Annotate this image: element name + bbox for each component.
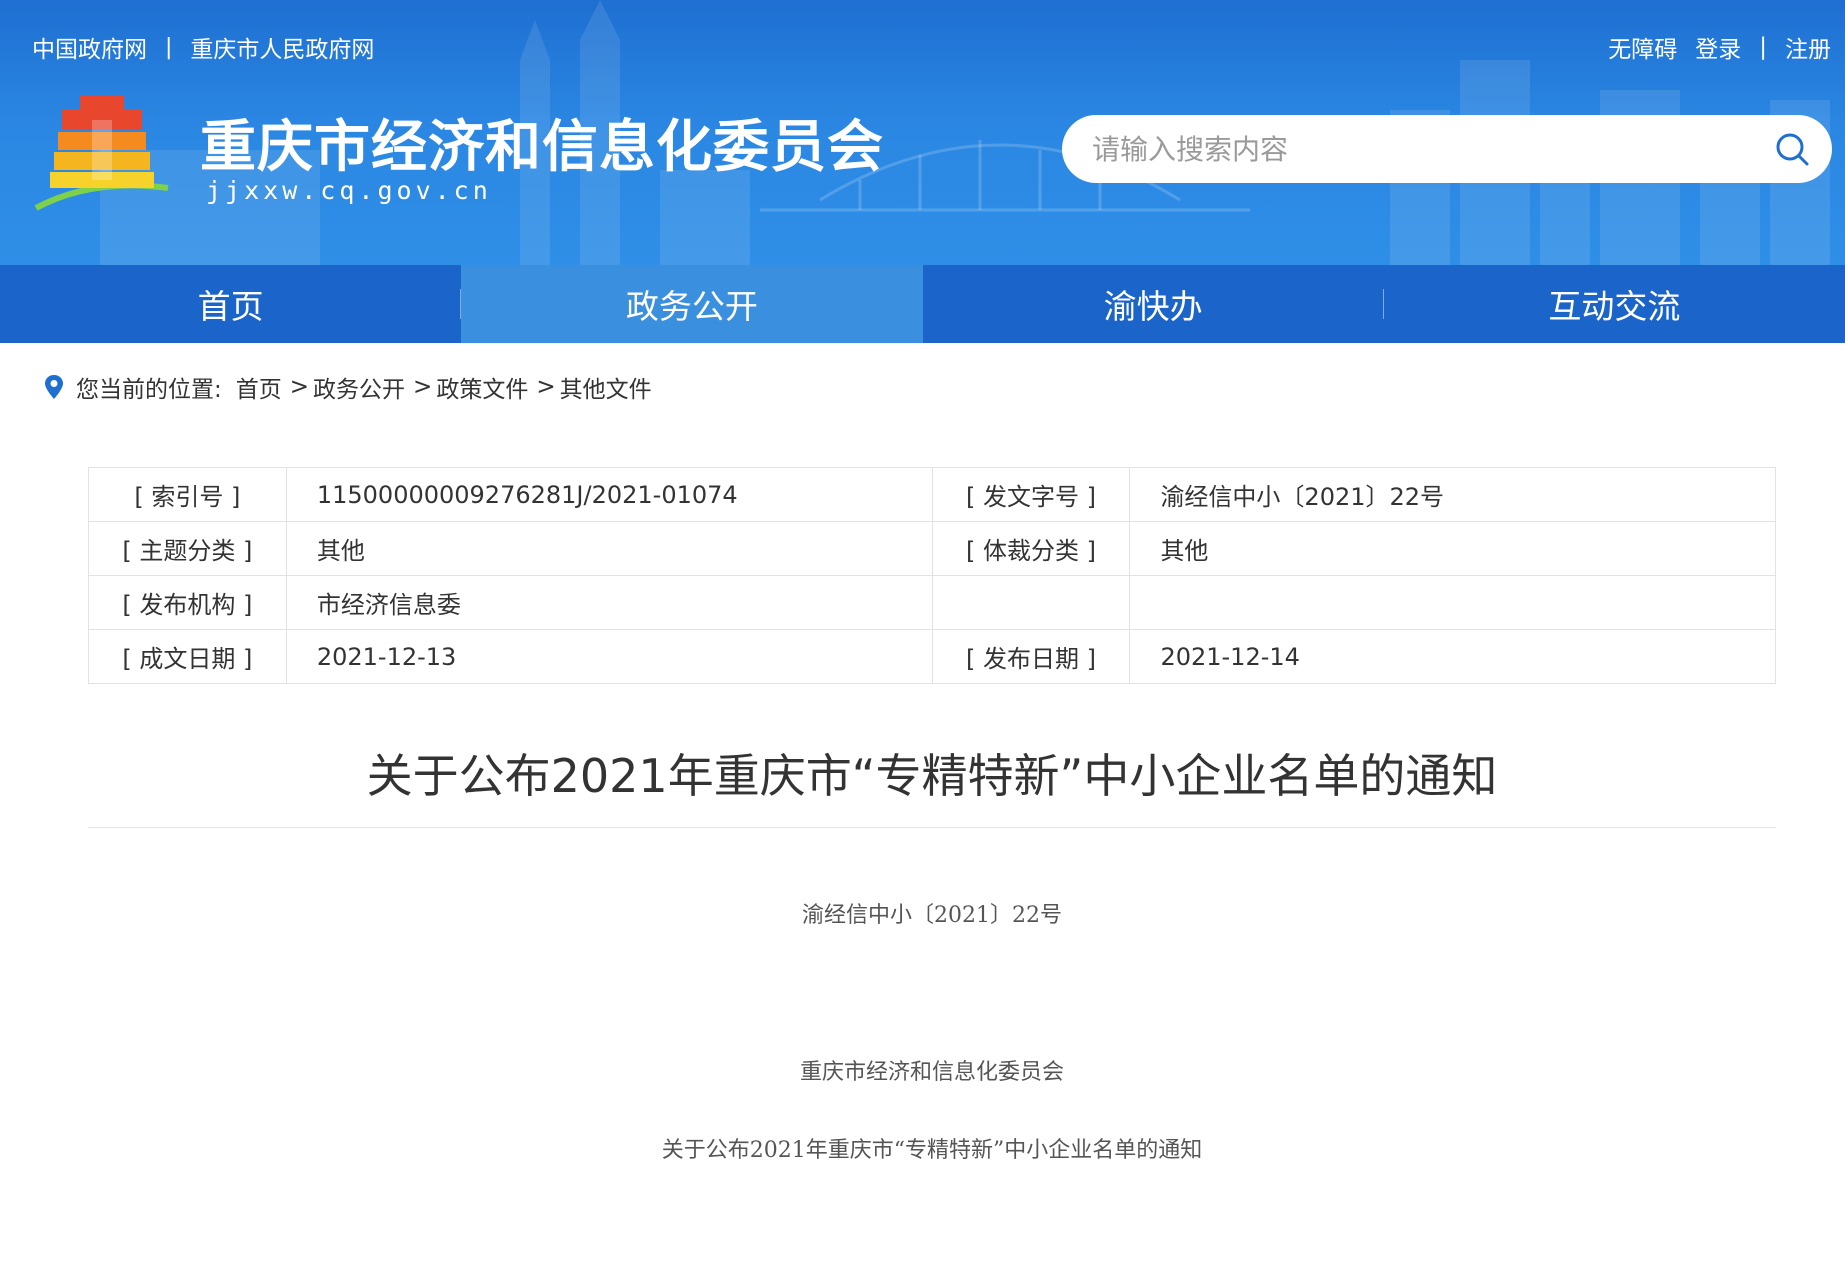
meta-value-index-number: 11500000009276281J/2021-01074 (285, 467, 933, 522)
table-row: [ 发布机构 ] 市经济信息委 (88, 575, 1776, 630)
link-separator: | (165, 34, 173, 60)
title-divider (88, 827, 1776, 828)
meta-label-genre: [ 体裁分类 ] (931, 521, 1131, 576)
building-emblem-icon (34, 96, 169, 211)
document-meta-table: [ 索引号 ] 11500000009276281J/2021-01074 [ … (88, 467, 1776, 684)
breadcrumb: 您当前的位置: 首页 > 政务公开 > 政策文件 > 其他文件 (44, 370, 652, 404)
search-input[interactable] (1062, 115, 1752, 183)
article-issuer: 重庆市经济和信息化委员会 (799, 1060, 1064, 1085)
breadcrumb-separator: > (413, 374, 433, 400)
breadcrumb-other-documents[interactable]: 其他文件 (560, 370, 652, 404)
meta-value-document-number: 渝经信中小〔2021〕22号 (1129, 467, 1776, 522)
meta-value-written-date: 2021-12-13 (285, 629, 933, 684)
nav-item-interaction[interactable]: 互动交流 (1384, 265, 1845, 343)
search-button[interactable] (1752, 115, 1832, 183)
breadcrumb-government-affairs[interactable]: 政务公开 (313, 370, 405, 404)
link-china-gov[interactable]: 中国政府网 (32, 30, 147, 64)
meta-label-document-number: [ 发文字号 ] (931, 467, 1131, 522)
table-row: [ 索引号 ] 11500000009276281J/2021-01074 [ … (88, 467, 1776, 522)
article-notice-line: 关于公布2021年重庆市“专精特新”中小企业名单的通知 (661, 1138, 1203, 1163)
link-chongqing-gov[interactable]: 重庆市人民政府网 (190, 30, 374, 64)
site-header: 中国政府网 | 重庆市人民政府网 无障碍 登录 | 注册 重庆市经济和信息化委员… (0, 0, 1845, 265)
table-row: [ 主题分类 ] 其他 [ 体裁分类 ] 其他 (88, 521, 1776, 576)
meta-label-topic: [ 主题分类 ] (88, 521, 287, 576)
location-pin-icon (45, 375, 63, 399)
table-row: [ 成文日期 ] 2021-12-13 [ 发布日期 ] 2021-12-14 (88, 629, 1776, 684)
site-domain: jjxxw.cq.gov.cn (206, 176, 492, 205)
meta-label-empty (931, 575, 1131, 630)
meta-label-index-number: [ 索引号 ] (88, 467, 287, 522)
nav-item-yukuaiban[interactable]: 渝快办 (923, 265, 1384, 343)
article-document-number: 渝经信中小〔2021〕22号 (802, 903, 1062, 928)
link-separator: | (1759, 34, 1767, 60)
nav-item-government-affairs[interactable]: 政务公开 (461, 265, 923, 343)
meta-label-publish-date: [ 发布日期 ] (931, 629, 1131, 684)
meta-label-written-date: [ 成文日期 ] (88, 629, 287, 684)
main-nav: 首页 政务公开 渝快办 互动交流 (0, 265, 1845, 343)
nav-item-label: 渝快办 (1103, 287, 1203, 326)
meta-value-genre: 其他 (1129, 521, 1776, 576)
login-link[interactable]: 登录 (1695, 30, 1741, 64)
breadcrumb-separator: > (536, 374, 556, 400)
article-title: 关于公布2021年重庆市“专精特新”中小企业名单的通知 (366, 749, 1498, 803)
meta-value-topic: 其他 (285, 521, 933, 576)
search-bar (1062, 115, 1832, 183)
nav-item-label: 政务公开 (625, 287, 758, 326)
breadcrumb-policy-documents[interactable]: 政策文件 (436, 370, 528, 404)
meta-value-publisher: 市经济信息委 (285, 575, 933, 630)
meta-value-publish-date: 2021-12-14 (1129, 629, 1776, 684)
breadcrumb-prefix: 您当前的位置: (76, 377, 222, 403)
nav-item-home[interactable]: 首页 (0, 265, 462, 343)
meta-value-empty (1129, 575, 1776, 630)
user-links: 无障碍 登录 | 注册 (1608, 30, 1831, 64)
breadcrumb-separator: > (289, 374, 310, 400)
accessibility-link[interactable]: 无障碍 (1608, 30, 1677, 64)
search-icon (1776, 133, 1809, 166)
meta-label-publisher: [ 发布机构 ] (88, 575, 287, 630)
site-title: 重庆市经济和信息化委员会 (200, 115, 884, 180)
top-links: 中国政府网 | 重庆市人民政府网 (32, 30, 374, 64)
nav-item-label: 首页 (197, 287, 264, 326)
nav-item-label: 互动交流 (1548, 287, 1681, 326)
register-link[interactable]: 注册 (1785, 30, 1831, 64)
breadcrumb-home[interactable]: 首页 (236, 370, 282, 404)
